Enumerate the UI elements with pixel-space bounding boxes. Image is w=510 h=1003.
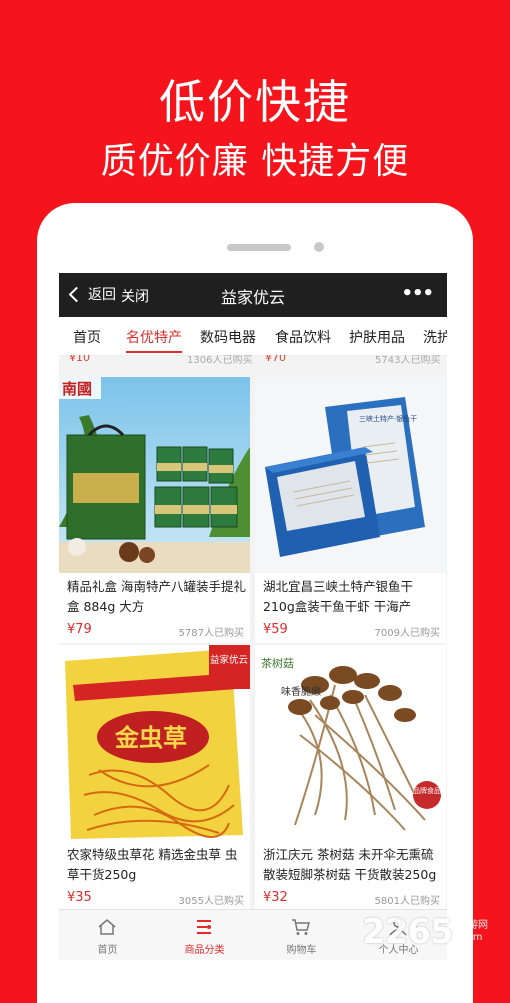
tab-wash-care[interactable]: 洗护 — [423, 327, 447, 347]
image-package-text: 三峡土特产·银鱼干 — [359, 414, 417, 423]
tabbar-label: 购物车 — [286, 945, 317, 956]
watermark-line1: 手游网 — [458, 920, 488, 931]
sold-count: 5787人已购买 — [178, 628, 244, 639]
tab-home[interactable]: 首页 — [73, 327, 101, 347]
product-image: 金虫草 益家优云 — [59, 645, 250, 841]
previous-row-partial: ¥10 1306人已购买 ¥70 5743人已购买 — [59, 355, 447, 366]
tabbar-label: 商品分类 — [184, 945, 225, 956]
product-card[interactable]: 南國 精品礼盒 海南特产八罐装手提礼盒 884g 大方 ¥79 5787人已购买 — [59, 377, 250, 643]
category-icon — [197, 920, 211, 934]
product-title: 精品礼盒 海南特产八罐装手提礼盒 884g 大方 — [67, 579, 246, 614]
product-card[interactable]: 三峡土特产·银鱼干 湖北宜昌三峡土特产银鱼干210g盒装干鱼干虾 干海产 ¥59… — [255, 377, 446, 643]
tab-food-drinks[interactable]: 食品饮料 — [275, 327, 331, 347]
site-watermark: 2265 手游网 .com — [362, 910, 510, 960]
product-price: ¥79 — [67, 622, 92, 637]
sold-count: 5801人已购买 — [374, 896, 440, 907]
product-price: ¥35 — [67, 890, 92, 905]
product-image: 南國 — [59, 377, 250, 573]
product-title: 浙江庆元 茶树菇 未开伞无熏硫散装短脚茶树菇 干货散装250g — [263, 847, 437, 882]
product-card[interactable]: 茶树菇 味香脆嫩 品牌食品 浙江庆元 茶树菇 未开伞无熏硫散装短脚茶树菇 干货散… — [255, 645, 446, 911]
nav-bar: 返回 关闭 益家优云 ••• — [59, 273, 447, 317]
phone-camera — [314, 242, 324, 252]
product-price: ¥59 — [263, 622, 288, 637]
home-icon — [98, 919, 116, 935]
tab-digital-electronics[interactable]: 数码电器 — [200, 327, 256, 347]
tabbar-cart[interactable]: 购物车 — [253, 910, 350, 960]
watermark-number: 2265 — [362, 912, 454, 952]
product-title: 农家特级虫草花 精选金虫草 虫草干货250g — [67, 847, 238, 882]
app-screen: 返回 关闭 益家优云 ••• 首页 名优特产 数码电器 食品饮料 护肤用品 洗护… — [59, 273, 447, 960]
product-card[interactable]: 金虫草 益家优云 农家特级虫草花 精选金虫草 虫草干货250g ¥35 3055… — [59, 645, 250, 911]
image-brand-text: 南國 — [62, 380, 92, 398]
product-price: ¥10 — [69, 355, 90, 364]
product-title: 湖北宜昌三峡土特产银鱼干210g盒装干鱼干虾 干海产 — [263, 579, 414, 614]
promo-subheadline: 质优价廉 快捷方便 — [100, 141, 410, 182]
watermark-text: 手游网 .com — [458, 920, 488, 944]
tab-local-specialties[interactable]: 名优特产 — [126, 327, 182, 353]
sold-count: 5743人已购买 — [375, 355, 441, 366]
category-tabs: 首页 名优特产 数码电器 食品饮料 护肤用品 洗护 — [59, 317, 447, 356]
seal-text: 品牌食品 — [413, 786, 441, 795]
phone-speaker — [227, 244, 291, 251]
watermark-line2: .com — [458, 932, 483, 943]
badge-text: 益家优云 — [210, 654, 248, 666]
image-product-text: 金虫草 — [114, 724, 187, 752]
cart-icon — [292, 919, 310, 935]
sold-count: 7009人已购买 — [374, 628, 440, 639]
product-image: 三峡土特产·银鱼干 — [255, 377, 446, 573]
more-menu-button[interactable]: ••• — [401, 283, 434, 304]
product-image: 茶树菇 味香脆嫩 品牌食品 — [255, 645, 446, 841]
page-title: 益家优云 — [220, 288, 285, 307]
image-slogan-text: 味香脆嫩 — [281, 685, 321, 698]
sold-count: 3055人已购买 — [178, 896, 244, 907]
product-price: ¥32 — [263, 890, 288, 905]
product-price: ¥70 — [265, 355, 286, 364]
tabbar-categories[interactable]: 商品分类 — [156, 910, 253, 960]
promo-headline: 低价快捷 — [159, 75, 351, 129]
sold-count: 1306人已购买 — [187, 355, 253, 366]
tab-skincare[interactable]: 护肤用品 — [349, 327, 405, 347]
tabbar-label: 首页 — [97, 945, 118, 956]
tabbar-home[interactable]: 首页 — [59, 910, 156, 960]
image-product-text: 茶树菇 — [261, 656, 294, 670]
